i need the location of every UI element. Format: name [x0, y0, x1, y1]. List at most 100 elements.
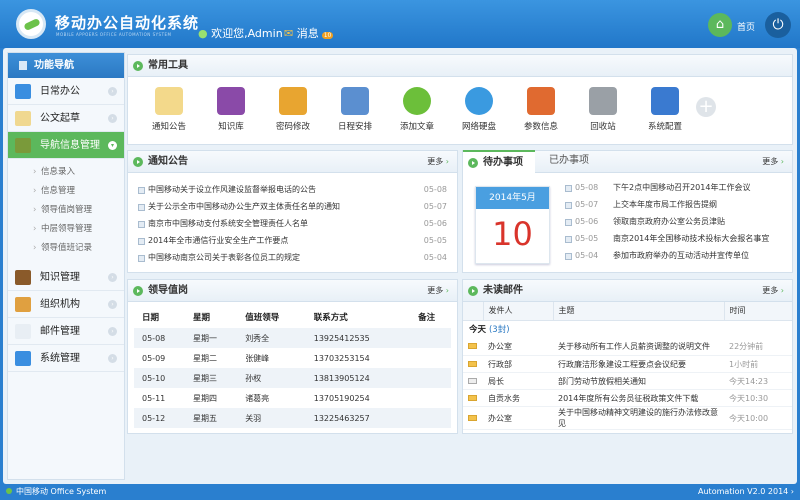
home-icon[interactable]: ⌂	[708, 13, 732, 37]
sidebar-item-1[interactable]: 公文起草›	[8, 105, 124, 132]
duty-column-header: 值班领导	[237, 306, 306, 328]
sidebar-subitem[interactable]: 信息管理	[8, 182, 124, 201]
panel-bullet-icon	[133, 286, 143, 296]
sidebar-item-icon	[15, 297, 31, 312]
welcome-user[interactable]: ● 欢迎您,Admin	[198, 25, 283, 41]
todo-item[interactable]: 05-06领取南京政府办公室公务员津贴	[563, 213, 788, 230]
todo-item[interactable]: 05-08下午2点中国移动召开2014年工作会议	[563, 179, 788, 196]
footer-left: 中国移动 Office System	[6, 484, 106, 500]
chevron-right-icon: ›	[108, 87, 117, 96]
mail-sender: 办公室	[483, 339, 553, 356]
sidebar-item-6[interactable]: 系统管理›	[8, 345, 124, 372]
tool-icon	[279, 87, 307, 115]
sidebar: 功能导航 日常办公›公文起草›导航信息管理▾信息录入信息管理领导值岗管理中层领导…	[7, 52, 125, 480]
mail-row[interactable]: 局长部门劳动节放假相关通知今天14:23	[463, 373, 792, 390]
sidebar-subitem[interactable]: 信息录入	[8, 163, 124, 182]
sidebar-item-label: 邮件管理	[40, 326, 80, 337]
messages-link[interactable]: ✉ 消息10	[284, 25, 333, 41]
mail-table: 发件人主题时间	[463, 302, 792, 321]
notice-item[interactable]: 2014年全市通信行业安全生产工作要点05-05	[136, 232, 449, 249]
notice-item[interactable]: 中国移动南京公司关于表彰各位员工的规定05-04	[136, 249, 449, 266]
tool-button[interactable]: 添加文章	[386, 87, 448, 132]
tool-button[interactable]: 通知公告	[138, 87, 200, 132]
notice-date: 05-04	[424, 249, 447, 266]
today-label: 今天	[469, 325, 486, 335]
tool-label: 回收站	[572, 120, 634, 132]
col-time: 时间	[724, 302, 792, 320]
duty-cell: 诸葛亮	[237, 388, 306, 408]
more-link[interactable]: 更多	[762, 151, 784, 173]
panel-bullet-icon	[468, 286, 478, 296]
todo-text: 下午2点中国移动召开2014年工作会议	[613, 183, 750, 192]
todo-item[interactable]: 05-05南京2014年全国移动技术投标大会报名事宜	[563, 230, 788, 247]
duty-cell: 13705190254	[306, 388, 410, 408]
home-link[interactable]: 首页	[737, 20, 755, 33]
power-icon[interactable]: ⏻	[765, 12, 791, 38]
sidebar-submenu: 信息录入信息管理领导值岗管理中层领导管理领导值班记录	[8, 159, 124, 264]
sidebar-item-2[interactable]: 导航信息管理▾	[8, 132, 124, 159]
sidebar-item-3[interactable]: 知识管理›	[8, 264, 124, 291]
sidebar-item-4[interactable]: 组织机构›	[8, 291, 124, 318]
tool-button[interactable]: 参数信息	[510, 87, 572, 132]
duty-table: 日期星期值班领导联系方式备注05-08星期一刘秀全1392541253505-0…	[134, 306, 451, 428]
sidebar-item-0[interactable]: 日常办公›	[8, 78, 124, 105]
sidebar-item-5[interactable]: 邮件管理 ›	[8, 318, 124, 345]
tool-button[interactable]: 网络硬盘	[448, 87, 510, 132]
tab-todo[interactable]: 待办事项	[463, 150, 535, 173]
sidebar-subitem[interactable]: 领导值岗管理	[8, 201, 124, 220]
duty-cell: 05-11	[134, 388, 185, 408]
panel-title: 常用工具	[148, 60, 188, 71]
chevron-down-icon: ▾	[108, 141, 117, 150]
sidebar-item-label: 系统管理	[40, 353, 80, 364]
todo-item[interactable]: 05-04参加市政府举办的互动活动并宣传单位	[563, 247, 788, 264]
notice-date: 05-07	[424, 198, 447, 215]
tool-button[interactable]: 系统配置	[634, 87, 696, 132]
notice-item[interactable]: 中国移动关于设立作风建设监督举报电话的公告05-08	[136, 181, 449, 198]
duty-column-header: 联系方式	[306, 306, 410, 328]
tool-label: 系统配置	[634, 120, 696, 132]
more-link[interactable]: 更多	[427, 151, 449, 173]
notice-item[interactable]: 南京市中国移动支付系统安全管理责任人名单05-06	[136, 215, 449, 232]
notice-item[interactable]: 关于公示全市中国移动办公生产双主体责任名单的通知05-07	[136, 198, 449, 215]
duty-cell	[410, 408, 451, 428]
tool-label: 密码修改	[262, 120, 324, 132]
tool-label: 通知公告	[138, 120, 200, 132]
mail-unread-icon	[468, 395, 477, 401]
sidebar-item-icon	[15, 138, 31, 153]
table-row: 05-11星期四诸葛亮13705190254	[134, 388, 451, 408]
mail-sender: 办公室	[483, 407, 553, 430]
tool-button[interactable]: 知识库	[200, 87, 262, 132]
tool-button[interactable]: 回收站	[572, 87, 634, 132]
col-icon	[463, 302, 483, 320]
tool-button[interactable]: 日程安排	[324, 87, 386, 132]
tool-button[interactable]: 密码修改	[262, 87, 324, 132]
mail-icon-cell	[463, 339, 483, 356]
add-tool-icon[interactable]: +	[696, 97, 716, 117]
mail-row[interactable]: 行政部行政廉洁形象建设工程要点会议纪要1小时前	[463, 356, 792, 373]
todo-item[interactable]: 05-07上交本年度市局工作报告提纲	[563, 196, 788, 213]
table-row: 05-08星期一刘秀全13925412535	[134, 328, 451, 348]
tools-panel: 常用工具 通知公告知识库密码修改日程安排添加文章网络硬盘参数信息回收站系统配置+	[127, 54, 793, 145]
mail-row[interactable]: 自贡水务2014年度所有公务员征税政策文件下载今天10:30	[463, 390, 792, 407]
duty-cell: 05-08	[134, 328, 185, 348]
notice-date: 05-05	[424, 232, 447, 249]
tab-done[interactable]: 已办事项	[549, 150, 589, 173]
chevron-right-icon: ›	[108, 327, 117, 336]
todo-text: 参加市政府举办的互动活动并宣传单位	[613, 251, 749, 260]
more-link[interactable]: 更多	[762, 280, 784, 302]
mail-unread-icon	[468, 343, 477, 349]
duty-cell: 05-10	[134, 368, 185, 388]
app-title: 移动办公自动化系统	[55, 12, 199, 33]
mail-time: 今天10:00	[724, 407, 792, 430]
more-link[interactable]: 更多	[427, 280, 449, 302]
tool-icon	[589, 87, 617, 115]
messages-label: 消息	[297, 27, 319, 40]
duty-cell: 刘秀全	[237, 328, 306, 348]
tool-icon	[217, 87, 245, 115]
mail-row[interactable]: 办公室关于中国移动精神文明建设的施行办法修改意见今天10:00	[463, 407, 792, 430]
mail-row[interactable]: 办公室关于移动所有工作人员薪资调整的说明文件22分钟前	[463, 339, 792, 356]
duty-cell: 05-09	[134, 348, 185, 368]
duty-cell: 13813905124	[306, 368, 410, 388]
sidebar-subitem[interactable]: 中层领导管理	[8, 220, 124, 239]
sidebar-subitem[interactable]: 领导值班记录	[8, 239, 124, 258]
